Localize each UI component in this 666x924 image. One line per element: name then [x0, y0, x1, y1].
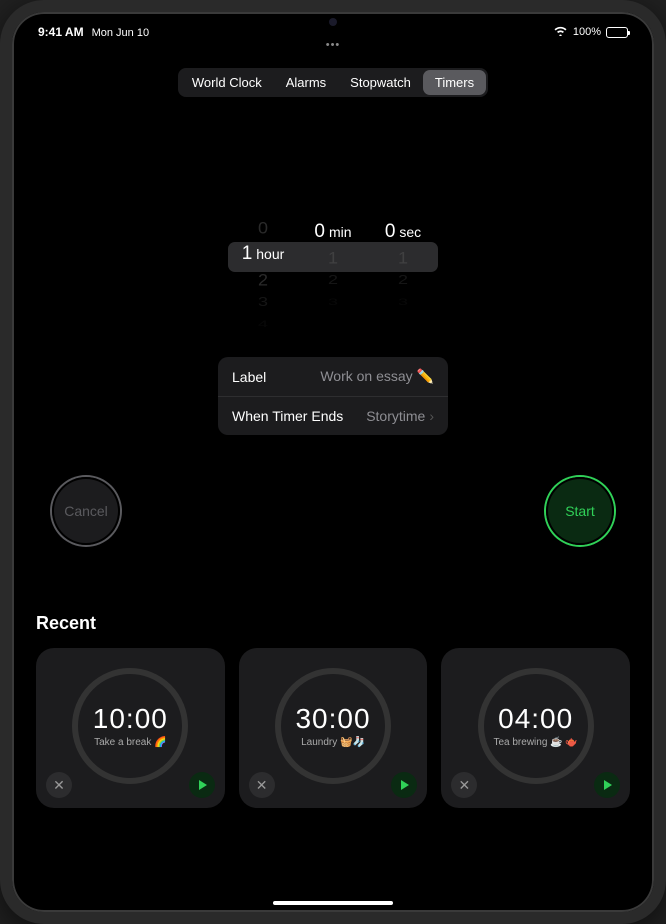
timer-end-sound-row[interactable]: When Timer Ends Storytime › [218, 396, 448, 435]
battery-icon [606, 27, 628, 38]
timer-time: 04:00 [498, 703, 573, 735]
status-time: 9:41 AM [38, 25, 84, 39]
timer-dial: 04:00 Tea brewing ☕️ 🫖 [478, 668, 594, 784]
timer-dial: 30:00 Laundry 🧺🧦 [275, 668, 391, 784]
picker-minutes-column[interactable]: 0min 1 2 3 [298, 217, 368, 327]
cancel-button[interactable]: Cancel [52, 477, 120, 545]
close-icon: ✕ [256, 778, 268, 792]
home-indicator[interactable] [273, 901, 393, 905]
tab-segmented-control: World Clock Alarms Stopwatch Timers [178, 68, 488, 97]
play-icon [199, 780, 207, 790]
close-icon: ✕ [458, 778, 470, 792]
camera-dot [329, 18, 337, 26]
picker-hours-column[interactable]: 0 1hour 2 3 4 [228, 217, 298, 327]
play-icon [604, 780, 612, 790]
close-icon: ✕ [53, 778, 65, 792]
start-button[interactable]: Start [546, 477, 614, 545]
delete-timer-button[interactable]: ✕ [46, 772, 72, 798]
tab-world-clock[interactable]: World Clock [180, 70, 274, 95]
tab-timers[interactable]: Timers [423, 70, 486, 95]
status-date: Mon Jun 10 [92, 27, 149, 39]
tab-stopwatch[interactable]: Stopwatch [338, 70, 423, 95]
picker-seconds-column[interactable]: 0sec 1 2 3 [368, 217, 438, 327]
delete-timer-button[interactable]: ✕ [451, 772, 477, 798]
timer-time: 10:00 [93, 703, 168, 735]
time-picker[interactable]: 0 1hour 2 3 4 0min 1 2 3 0sec 1 2 3 [228, 217, 438, 327]
ipad-frame: ••• 9:41 AM Mon Jun 10 100% World Clock … [0, 0, 666, 924]
play-timer-button[interactable] [594, 772, 620, 798]
timer-label-row[interactable]: Label Work on essay ✏️ [218, 357, 448, 396]
end-key: When Timer Ends [232, 408, 343, 424]
recent-timer-card[interactable]: 10:00 Take a break 🌈 ✕ [36, 648, 225, 808]
timer-dial: 10:00 Take a break 🌈 [72, 668, 188, 784]
timer-settings-list: Label Work on essay ✏️ When Timer Ends S… [218, 357, 448, 435]
play-timer-button[interactable] [189, 772, 215, 798]
recent-timer-card[interactable]: 30:00 Laundry 🧺🧦 ✕ [239, 648, 428, 808]
end-value: Storytime [366, 408, 425, 424]
timer-label: Tea brewing ☕️ 🫖 [487, 737, 583, 749]
recent-section: Recent 10:00 Take a break 🌈 ✕ 30:00 Laun… [12, 613, 654, 808]
battery-percent: 100% [573, 26, 601, 38]
label-value: Work on essay ✏️ [320, 368, 434, 385]
timer-time: 30:00 [295, 703, 370, 735]
recent-timer-card[interactable]: 04:00 Tea brewing ☕️ 🫖 ✕ [441, 648, 630, 808]
multitask-dots[interactable]: ••• [326, 39, 341, 51]
play-icon [401, 780, 409, 790]
chevron-right-icon: › [429, 408, 434, 424]
recent-heading: Recent [36, 613, 630, 634]
wifi-icon [553, 25, 568, 39]
timer-label: Laundry 🧺🧦 [295, 737, 371, 749]
label-key: Label [232, 369, 266, 385]
delete-timer-button[interactable]: ✕ [249, 772, 275, 798]
control-buttons: Cancel Start [12, 477, 654, 545]
tab-alarms[interactable]: Alarms [274, 70, 338, 95]
play-timer-button[interactable] [391, 772, 417, 798]
timer-label: Take a break 🌈 [88, 737, 173, 749]
